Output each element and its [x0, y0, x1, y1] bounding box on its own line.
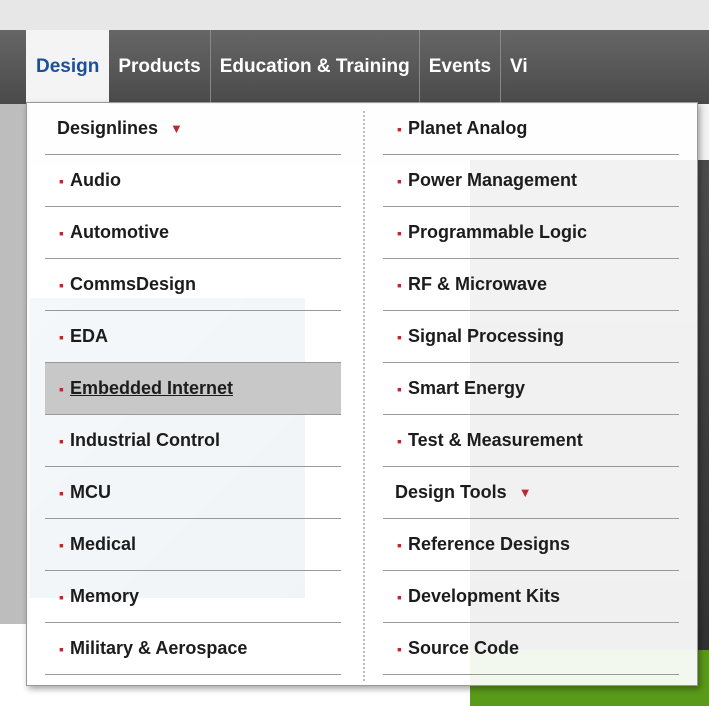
design-tools-label: Design Tools	[395, 482, 507, 502]
square-bullet-icon: ▪	[59, 172, 64, 189]
menu-item-medical[interactable]: ▪ Medical	[45, 519, 341, 571]
tab-events[interactable]: Events	[420, 30, 502, 104]
menu-item-smart-energy[interactable]: ▪ Smart Energy	[383, 363, 679, 415]
menu-item-commsdesign[interactable]: ▪ CommsDesign	[45, 259, 341, 311]
menu-item-power-management[interactable]: ▪ Power Management	[383, 155, 679, 207]
square-bullet-icon: ▪	[397, 640, 402, 657]
square-bullet-icon: ▪	[397, 172, 402, 189]
tab-design[interactable]: Design	[26, 30, 110, 104]
square-bullet-icon: ▪	[397, 224, 402, 241]
menu-item-planet-analog[interactable]: ▪ Planet Analog	[383, 103, 679, 155]
triangle-down-icon: ▼	[170, 121, 183, 136]
menu-item-eda[interactable]: ▪ EDA	[45, 311, 341, 363]
square-bullet-icon: ▪	[397, 276, 402, 293]
column-divider	[363, 111, 365, 681]
square-bullet-icon: ▪	[59, 588, 64, 605]
design-tools-heading[interactable]: Design Tools ▼	[383, 467, 679, 519]
square-bullet-icon: ▪	[397, 588, 402, 605]
square-bullet-icon: ▪	[397, 120, 402, 137]
square-bullet-icon: ▪	[397, 536, 402, 553]
menu-item-test-measurement[interactable]: ▪ Test & Measurement	[383, 415, 679, 467]
square-bullet-icon: ▪	[59, 640, 64, 657]
designlines-label: Designlines	[57, 118, 159, 138]
square-bullet-icon: ▪	[59, 276, 64, 293]
square-bullet-icon: ▪	[59, 536, 64, 553]
menu-item-signal-processing[interactable]: ▪ Signal Processing	[383, 311, 679, 363]
menu-item-audio[interactable]: ▪ Audio	[45, 155, 341, 207]
designlines-column-2: ▪ Planet Analog ▪ Power Management ▪ Progra…	[383, 103, 679, 675]
design-dropdown-menu: Designlines ▼ ▪ Audio ▪ Automotive ▪ CommsD…	[26, 102, 698, 686]
square-bullet-icon: ▪	[59, 432, 64, 449]
triangle-down-icon: ▼	[518, 485, 532, 500]
tab-products[interactable]: Products	[109, 30, 211, 104]
top-strip	[0, 0, 709, 30]
tab-education-training[interactable]: Education & Training	[211, 30, 420, 104]
designlines-column: Designlines ▼ ▪ Audio ▪ Automotive ▪ CommsD…	[45, 103, 341, 675]
menu-item-development-kits[interactable]: ▪ Development Kits	[383, 571, 679, 623]
square-bullet-icon: ▪	[397, 432, 402, 449]
menu-item-embedded-internet[interactable]: ▪ Embedded Internet	[45, 363, 341, 415]
menu-item-industrial-control[interactable]: ▪ Industrial Control	[45, 415, 341, 467]
menu-item-programmable-logic[interactable]: ▪ Programmable Logic	[383, 207, 679, 259]
designlines-heading[interactable]: Designlines ▼	[45, 103, 341, 155]
square-bullet-icon: ▪	[59, 484, 64, 501]
square-bullet-icon: ▪	[59, 380, 64, 397]
menu-item-military-aerospace[interactable]: ▪ Military & Aerospace	[45, 623, 341, 675]
square-bullet-icon: ▪	[59, 328, 64, 345]
main-nav: Design Products Education & Training Eve…	[0, 30, 709, 104]
square-bullet-icon: ▪	[397, 328, 402, 345]
menu-item-reference-designs[interactable]: ▪ Reference Designs	[383, 519, 679, 571]
menu-item-mcu[interactable]: ▪ MCU	[45, 467, 341, 519]
square-bullet-icon: ▪	[397, 380, 402, 397]
menu-item-source-code[interactable]: ▪ Source Code	[383, 623, 679, 675]
tab-vi[interactable]: Vi	[501, 30, 537, 104]
menu-item-memory[interactable]: ▪ Memory	[45, 571, 341, 623]
square-bullet-icon: ▪	[59, 224, 64, 241]
menu-item-rf-microwave[interactable]: ▪ RF & Microwave	[383, 259, 679, 311]
menu-item-automotive[interactable]: ▪ Automotive	[45, 207, 341, 259]
